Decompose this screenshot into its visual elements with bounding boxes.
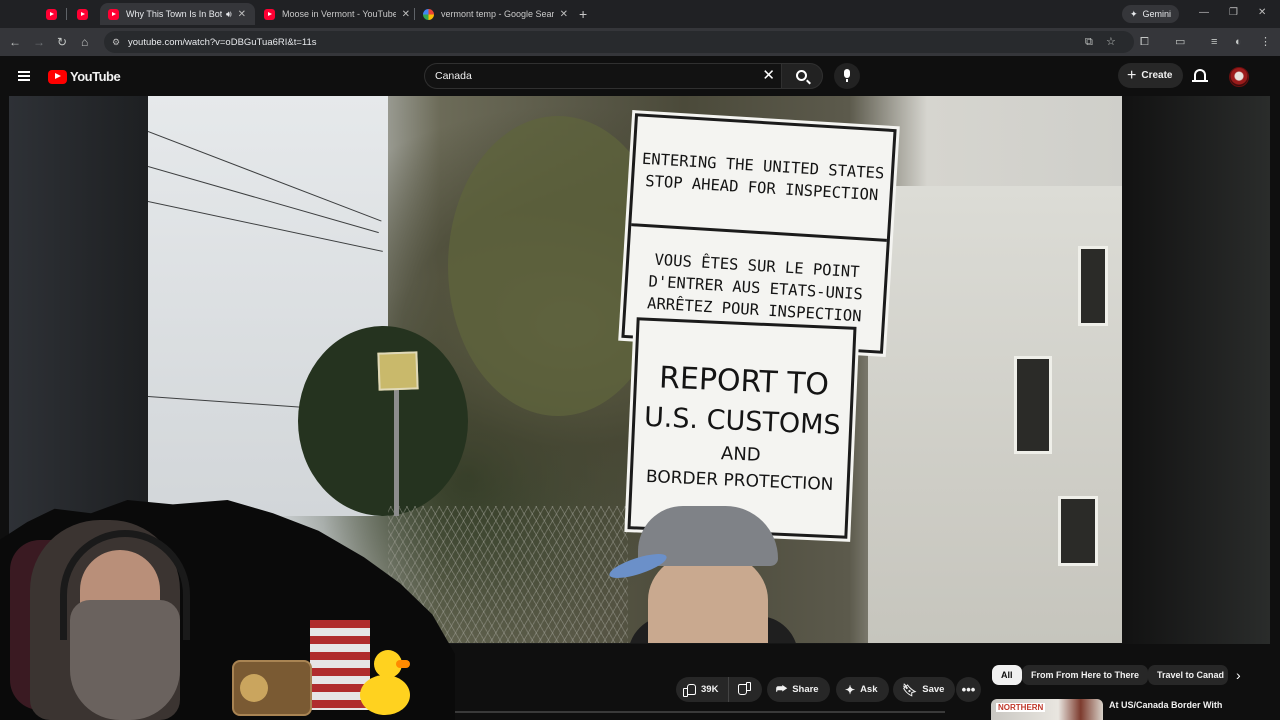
url-text: youtube.com/watch?v=oDBGuTua6RI&t=11s [128, 36, 317, 48]
menu-kebab-icon[interactable]: ⋮ [1260, 36, 1271, 48]
notifications-bell-icon[interactable] [1192, 69, 1208, 82]
media-icon[interactable]: ▭ [1175, 36, 1185, 48]
back-icon[interactable]: ← [9, 35, 21, 49]
tab-title: vermont temp - Google Search [441, 9, 554, 19]
thumbnail-label: NORTHERN [996, 703, 1046, 712]
divider [455, 711, 945, 713]
ask-button[interactable]: ✦ Ask [836, 677, 889, 702]
logo-text: YouTube [70, 69, 121, 84]
like-count: 39K [701, 684, 719, 695]
search-value: Canada [435, 70, 472, 82]
duck-beak [396, 660, 410, 668]
create-button[interactable]: + Create [1118, 63, 1184, 88]
google-icon [423, 8, 434, 20]
restore-icon[interactable]: ❐ [1229, 7, 1238, 18]
like-dislike-group: 39K [676, 677, 762, 702]
thumbs-up-icon [683, 684, 696, 697]
speaker-icon[interactable]: 🔊︎ [226, 9, 232, 20]
youtube-logo[interactable]: YouTube [48, 69, 121, 84]
tab-title: Why This Town Is In Both Th [126, 9, 222, 19]
entry-sign-english: ENTERING THE UNITED STATES STOP AHEAD FO… [631, 116, 894, 242]
gemini-label: Gemini [1142, 9, 1172, 19]
save-label: Save [922, 684, 945, 695]
reload-icon[interactable]: ↻ [57, 35, 67, 49]
close-tab-icon[interactable]: ✕ [238, 9, 246, 20]
hamburger-menu-icon[interactable] [18, 71, 30, 81]
browser-tab-bar: Why This Town Is In Both Th 🔊︎ ✕ Moose i… [0, 0, 1280, 28]
home-icon[interactable]: ⌂ [81, 35, 88, 49]
rubber-duck [360, 650, 412, 715]
chip-all[interactable]: All [992, 665, 1022, 685]
youtube-icon [108, 8, 119, 20]
save-button[interactable]: 🔖︎ Save [893, 677, 956, 702]
bookmark-icon: 🔖︎ [902, 682, 918, 697]
gemini-icon: ✦ [1130, 8, 1138, 19]
close-tab-icon[interactable]: ✕ [560, 9, 568, 20]
browser-toolbar: ← → ↻ ⌂ ⚙ youtube.com/watch?v=oDBGuTua6R… [0, 28, 1280, 56]
tab-google-search[interactable]: vermont temp - Google Search ✕ [423, 3, 568, 25]
avatar[interactable] [1229, 67, 1249, 87]
minimize-icon[interactable]: — [1199, 7, 1209, 18]
clear-search-icon[interactable]: ✕ [762, 68, 775, 84]
gemini-button[interactable]: ✦ Gemini [1122, 5, 1180, 23]
thumbs-down-icon [739, 684, 751, 695]
create-label: Create [1141, 70, 1173, 81]
ask-label: Ask [860, 684, 878, 695]
tab-separator [66, 8, 67, 20]
chevron-right-icon[interactable]: › [1236, 666, 1241, 684]
house-window [1078, 246, 1108, 326]
search-icon [796, 70, 807, 81]
yellow-road-sign [377, 351, 419, 391]
recommendation-title[interactable]: At US/Canada Border With [1109, 699, 1229, 711]
tab-youtube-2[interactable] [77, 3, 95, 25]
share-button[interactable]: ⮫ Share [767, 677, 830, 702]
chip-travel-to-canada[interactable]: Travel to Canad [1148, 665, 1228, 685]
like-button[interactable]: 39K [676, 677, 730, 702]
man-in-cap [606, 506, 818, 643]
extensions-icon[interactable]: ⧠ [1140, 36, 1149, 48]
tab-moose-vermont[interactable]: Moose in Vermont - YouTube ✕ [264, 3, 410, 25]
playlist-icon[interactable]: ≡ [1211, 36, 1217, 48]
house-window [1014, 356, 1052, 454]
search-button[interactable] [781, 63, 823, 89]
tab-separator [414, 8, 415, 20]
share-arrow-icon: ⮫ [776, 682, 788, 696]
microphone-icon [844, 69, 850, 82]
plus-icon: + [1127, 66, 1137, 84]
more-horizontal-icon: ••• [961, 682, 976, 697]
profile-icon[interactable]: ◐ [1235, 36, 1242, 48]
duck-body [360, 675, 410, 715]
bookmark-star-icon[interactable]: ☆ [1106, 36, 1116, 48]
share-label: Share [792, 684, 819, 695]
install-app-icon[interactable]: ⧉ [1085, 36, 1093, 48]
more-actions-button[interactable]: ••• [956, 677, 981, 702]
tab-active-video[interactable]: Why This Town Is In Both Th 🔊︎ ✕ [100, 3, 255, 25]
forward-icon[interactable]: → [33, 35, 45, 49]
sparkle-icon: ✦ [845, 682, 856, 697]
youtube-play-icon [48, 69, 67, 84]
dislike-button[interactable] [729, 684, 751, 695]
recommendation-thumbnail[interactable]: NORTHERN [991, 699, 1103, 720]
voice-search-button[interactable] [834, 63, 860, 89]
new-tab-button[interactable]: + [579, 3, 587, 25]
webcam-overlay [0, 500, 455, 720]
vintage-radio [232, 660, 312, 716]
youtube-header: YouTube Canada ✕ + Create [0, 56, 1280, 96]
youtube-icon [46, 8, 57, 20]
address-bar[interactable]: ⚙ youtube.com/watch?v=oDBGuTua6RI&t=11s [104, 31, 1134, 53]
close-window-icon[interactable]: ✕ [1258, 7, 1266, 18]
search-input[interactable]: Canada ✕ [424, 63, 781, 89]
tab-youtube-1[interactable] [46, 3, 64, 25]
site-info-icon[interactable]: ⚙ [112, 37, 120, 48]
youtube-icon [264, 8, 275, 20]
house-window [1058, 496, 1098, 566]
youtube-icon [77, 8, 88, 20]
chip-from-here-to-there[interactable]: From From Here to There [1022, 665, 1149, 685]
tab-title: Moose in Vermont - YouTube [282, 9, 396, 19]
close-tab-icon[interactable]: ✕ [402, 9, 410, 20]
